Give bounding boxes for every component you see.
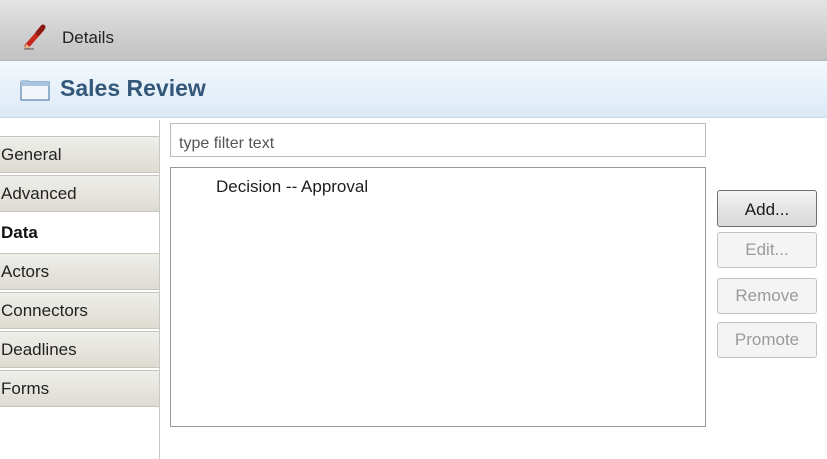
view-title: Details [62, 28, 114, 47]
folder-icon [20, 80, 50, 101]
promote-button[interactable]: Promote [717, 322, 817, 358]
view-title-bar: Details [0, 0, 827, 61]
tab-general[interactable]: General [0, 136, 160, 173]
tab-forms[interactable]: Forms [0, 370, 160, 407]
remove-button[interactable]: Remove [717, 278, 817, 314]
add-button[interactable]: Add... [717, 190, 817, 227]
tab-divider [159, 120, 160, 459]
filter-input[interactable] [170, 123, 706, 157]
page-header: Sales Review [0, 61, 827, 118]
edit-button[interactable]: Edit... [717, 232, 817, 268]
list-item[interactable]: Decision -- Approval [216, 177, 368, 197]
tab-actors[interactable]: Actors [0, 253, 160, 290]
tab-deadlines[interactable]: Deadlines [0, 331, 160, 368]
tab-list: General Advanced Data Actors Connectors … [0, 136, 160, 409]
tab-data[interactable]: Data [0, 214, 160, 251]
tab-connectors[interactable]: Connectors [0, 292, 160, 329]
tab-advanced[interactable]: Advanced [0, 175, 160, 212]
pencil-icon [24, 24, 46, 50]
page-title: Sales Review [60, 75, 206, 101]
data-list[interactable]: Decision -- Approval [170, 167, 706, 427]
